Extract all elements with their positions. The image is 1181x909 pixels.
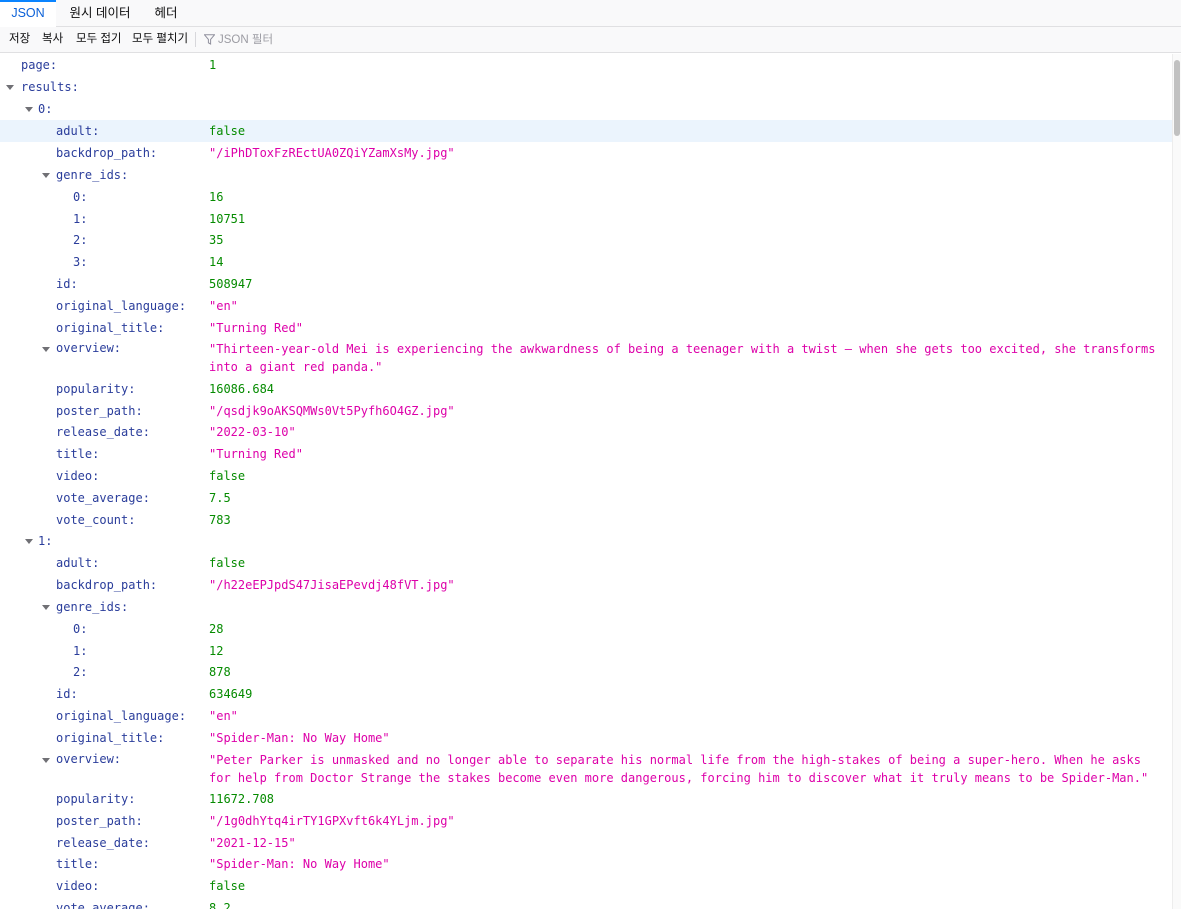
key-overview: overview: bbox=[56, 341, 122, 355]
value-release-date: "2021-12-15" bbox=[209, 836, 296, 850]
value-genre-id: 35 bbox=[209, 233, 224, 247]
json-filter-input[interactable] bbox=[218, 30, 478, 49]
key-index: 0: bbox=[73, 622, 88, 636]
value-adult: false bbox=[209, 556, 246, 570]
value-backdrop-path: "/iPhDToxFzREctUA0ZQiYZamXsMy.jpg" bbox=[209, 146, 455, 160]
value-release-date: "2022-03-10" bbox=[209, 425, 296, 439]
key-original-language: original_language: bbox=[56, 709, 187, 723]
key-original-language: original_language: bbox=[56, 299, 187, 313]
collapse-all-button[interactable]: 모두 접기 bbox=[76, 27, 122, 52]
key-poster-path: poster_path: bbox=[56, 814, 143, 828]
value-video: false bbox=[209, 469, 246, 483]
key-original-title: original_title: bbox=[56, 321, 165, 335]
key-index: 0: bbox=[73, 190, 88, 204]
tab-headers[interactable]: 헤더 bbox=[146, 0, 186, 26]
key-genre-ids: genre_ids: bbox=[56, 168, 129, 182]
key-index: 1: bbox=[73, 644, 88, 658]
json-filter bbox=[202, 27, 502, 52]
value-vote-count: 783 bbox=[209, 513, 231, 527]
value-genre-id: 878 bbox=[209, 665, 231, 679]
key-vote-average: vote_average: bbox=[56, 491, 150, 505]
expand-toggle-icon[interactable] bbox=[41, 756, 51, 766]
key-genre-ids: genre_ids: bbox=[56, 600, 129, 614]
expand-all-button[interactable]: 모두 펼치기 bbox=[132, 27, 188, 52]
key-video: video: bbox=[56, 469, 100, 483]
filter-icon bbox=[204, 34, 215, 45]
value-overview: "Peter Parker is unmasked and no longer … bbox=[209, 753, 1149, 785]
value-genre-id: 16 bbox=[209, 190, 224, 204]
expand-toggle-icon[interactable] bbox=[24, 537, 34, 547]
key-backdrop-path: backdrop_path: bbox=[56, 578, 158, 592]
value-page: 1 bbox=[209, 58, 217, 72]
value-genre-id: 28 bbox=[209, 622, 224, 636]
key-poster-path: poster_path: bbox=[56, 404, 143, 418]
key-vote-count: vote_count: bbox=[56, 513, 136, 527]
expand-toggle-icon[interactable] bbox=[41, 171, 51, 181]
expand-toggle-icon[interactable] bbox=[24, 105, 34, 115]
key-index: 1: bbox=[38, 534, 53, 548]
key-id: id: bbox=[56, 687, 78, 701]
scrollbar-thumb[interactable] bbox=[1174, 60, 1180, 136]
key-page: page: bbox=[21, 58, 58, 72]
value-original-title: "Turning Red" bbox=[209, 321, 303, 335]
key-id: id: bbox=[56, 277, 78, 291]
value-original-language: "en" bbox=[209, 709, 238, 723]
key-index: 2: bbox=[73, 233, 88, 247]
value-popularity: 11672.708 bbox=[209, 792, 275, 806]
value-backdrop-path: "/h22eEPJpdS47JisaEPevdj48fVT.jpg" bbox=[209, 578, 455, 592]
key-overview: overview: bbox=[56, 752, 122, 766]
value-title: "Turning Red" bbox=[209, 447, 303, 461]
value-genre-id: 14 bbox=[209, 255, 224, 269]
value-vote-average: 7.5 bbox=[209, 491, 231, 505]
key-index: 1: bbox=[73, 212, 88, 226]
key-popularity: popularity: bbox=[56, 792, 136, 806]
key-release-date: release_date: bbox=[56, 425, 150, 439]
value-id: 508947 bbox=[209, 277, 253, 291]
key-title: title: bbox=[56, 447, 100, 461]
expand-toggle-icon[interactable] bbox=[5, 83, 15, 93]
key-results: results: bbox=[21, 80, 79, 94]
copy-button[interactable]: 복사 bbox=[42, 27, 63, 52]
key-vote-average: vote_average: bbox=[56, 901, 150, 909]
key-title: title: bbox=[56, 857, 100, 871]
value-original-title: "Spider-Man: No Way Home" bbox=[209, 731, 390, 745]
key-adult: adult: bbox=[56, 124, 100, 138]
expand-toggle-icon[interactable] bbox=[41, 603, 51, 613]
toolbar-divider bbox=[195, 32, 196, 47]
value-vote-average: 8.2 bbox=[209, 901, 231, 909]
json-tree: page: 1 results: 0: adult: false backdro… bbox=[0, 54, 1172, 909]
key-backdrop-path: backdrop_path: bbox=[56, 146, 158, 160]
value-poster-path: "/qsdjk9oAKSQMWs0Vt5Pyfh6O4GZ.jpg" bbox=[209, 404, 455, 418]
key-popularity: popularity: bbox=[56, 382, 136, 396]
key-index: 2: bbox=[73, 665, 88, 679]
tree-row-adult[interactable]: adult: false bbox=[0, 120, 1172, 142]
key-index: 0: bbox=[38, 102, 53, 116]
tab-bar: JSON 원시 데이터 헤더 bbox=[0, 0, 1181, 27]
value-popularity: 16086.684 bbox=[209, 382, 275, 396]
expand-toggle-icon[interactable] bbox=[41, 345, 51, 355]
key-index: 3: bbox=[73, 255, 88, 269]
value-overview: "Thirteen-year-old Mei is experiencing t… bbox=[209, 342, 1156, 374]
key-release-date: release_date: bbox=[56, 836, 150, 850]
value-title: "Spider-Man: No Way Home" bbox=[209, 857, 390, 871]
value-video: false bbox=[209, 879, 246, 893]
value-id: 634649 bbox=[209, 687, 253, 701]
toolbar: 저장 복사 모두 접기 모두 펼치기 bbox=[0, 27, 1181, 53]
key-adult: adult: bbox=[56, 556, 100, 570]
value-genre-id: 12 bbox=[209, 644, 224, 658]
scrollbar-track[interactable] bbox=[1172, 54, 1181, 909]
value-genre-id: 10751 bbox=[209, 212, 246, 226]
value-poster-path: "/1g0dhYtq4irTY1GPXvft6k4YLjm.jpg" bbox=[209, 814, 455, 828]
value-original-language: "en" bbox=[209, 299, 238, 313]
tab-json[interactable]: JSON bbox=[0, 0, 56, 27]
tab-raw-data[interactable]: 원시 데이터 bbox=[62, 0, 138, 26]
value-adult: false bbox=[209, 124, 246, 138]
save-button[interactable]: 저장 bbox=[9, 27, 30, 52]
key-original-title: original_title: bbox=[56, 731, 165, 745]
key-video: video: bbox=[56, 879, 100, 893]
